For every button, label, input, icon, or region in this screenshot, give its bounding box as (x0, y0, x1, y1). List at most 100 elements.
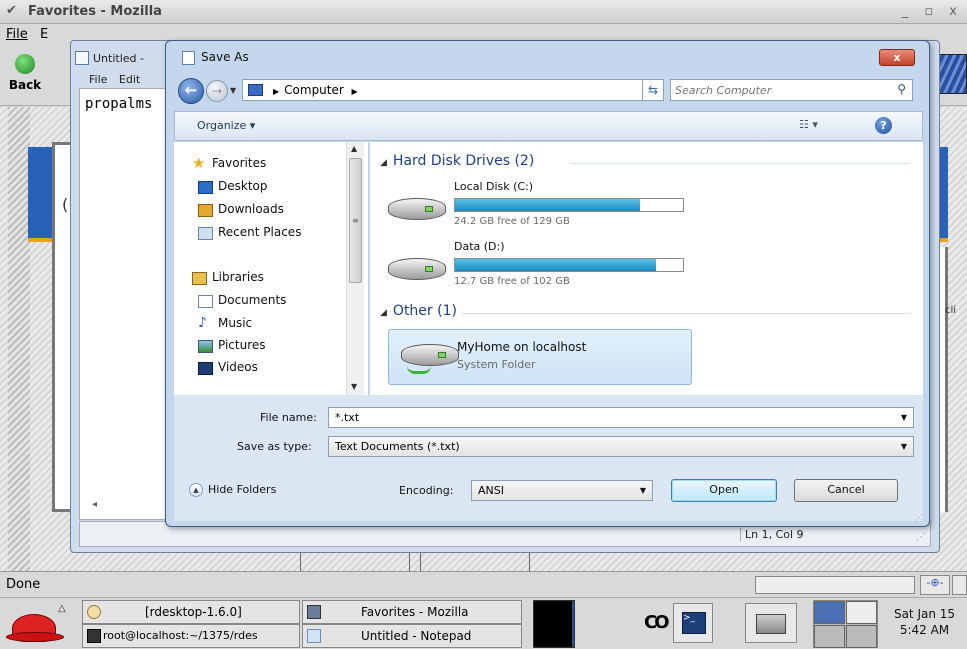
file-name-label: File name: (260, 411, 317, 424)
content-partial-link[interactable]: cli (945, 305, 956, 316)
drive-c[interactable]: Local Disk (C:) 24.2 GB free of 129 GB (388, 180, 708, 230)
menu-file[interactable]: File (6, 27, 28, 42)
chevron-right-icon[interactable]: ▶ (273, 87, 279, 96)
collapse-triangle-icon[interactable]: ◢ (380, 308, 387, 318)
nav-downloads[interactable]: Downloads (198, 202, 284, 217)
chevron-down-icon[interactable]: ▼ (901, 442, 907, 451)
scroll-down-icon[interactable]: ▼ (351, 382, 357, 391)
nav-libraries[interactable]: Libraries (192, 270, 264, 285)
nav-documents[interactable]: Documents (198, 293, 286, 308)
printer-launcher[interactable] (745, 603, 797, 643)
system-monitor-applet[interactable] (533, 600, 575, 648)
search-input[interactable] (675, 82, 875, 98)
menu-triangle-icon: △ (58, 603, 66, 614)
status-mini-icon[interactable] (952, 575, 967, 595)
nav-libraries-label: Libraries (212, 270, 264, 284)
downloads-icon (198, 204, 213, 217)
group-divider (570, 163, 910, 164)
nav-music[interactable]: ♪ Music (198, 315, 253, 331)
address-bar[interactable]: ▶Computer ▶ ▼ (242, 79, 663, 101)
printer-icon (756, 614, 786, 634)
mozilla-window-buttons[interactable]: _ ▫ x (902, 4, 963, 19)
scroll-up-icon[interactable]: ▲ (351, 144, 357, 153)
help-icon[interactable]: ? (875, 117, 892, 134)
redhat-brim (6, 632, 64, 642)
open-button[interactable]: Open (671, 479, 777, 502)
task-terminal[interactable]: root@localhost:~/1375/rdes (82, 624, 300, 648)
network-drive-icon (401, 344, 459, 366)
back-button[interactable]: ← (178, 78, 204, 104)
workspace-2[interactable] (846, 601, 877, 624)
hide-folders-button[interactable]: ▲ Hide Folders (189, 483, 276, 497)
task-rdesktop[interactable]: [rdesktop-1.6.0] (82, 600, 300, 624)
nav-recent-places[interactable]: Recent Places (198, 225, 301, 240)
recent-places-icon (198, 227, 213, 240)
terminal-launcher[interactable]: >_ (673, 603, 713, 643)
nav-favorites[interactable]: ★ Favorites (192, 154, 267, 172)
group-hard-disk-drives[interactable]: ◢ Hard Disk Drives (2) (380, 153, 534, 169)
organize-button[interactable]: Organize ▾ (197, 119, 255, 132)
recent-locations-chevron-icon[interactable]: ▼ (230, 86, 236, 95)
group-other[interactable]: ◢ Other (1) (380, 303, 457, 319)
close-button[interactable]: x (879, 49, 915, 66)
file-name-field[interactable]: *.txt ▼ (328, 407, 914, 428)
group-hard-disk-drives-label: Hard Disk Drives (2) (392, 153, 535, 169)
workspace-3[interactable] (814, 625, 845, 648)
encoding-select[interactable]: ANSI ▼ (471, 480, 653, 501)
network-cable-icon (407, 366, 431, 374)
notepad-menubar: File Edit (89, 73, 148, 86)
nav-pictures[interactable]: Pictures (198, 338, 266, 353)
collapse-triangle-icon[interactable]: ◢ (380, 158, 387, 168)
videos-icon (198, 362, 213, 375)
file-list-pane: ◢ Hard Disk Drives (2) Local Disk (C:) 24… (370, 142, 923, 395)
window-menu-chevron-icon[interactable]: ✔ (6, 3, 17, 18)
cursor-position: Ln 1, Col 9 (740, 528, 804, 541)
search-box[interactable]: ⚲ (670, 79, 913, 101)
group-other-label: Other (1) (392, 303, 457, 319)
notepad-icon (75, 51, 89, 65)
nav-desktop[interactable]: Desktop (198, 179, 268, 194)
save-type-select[interactable]: Text Documents (*.txt) ▼ (328, 436, 914, 457)
nav-music-label: Music (218, 316, 253, 330)
myhome-network-folder[interactable]: MyHome on localhost System Folder (388, 329, 692, 385)
clock-time: 5:42 AM (899, 623, 950, 637)
task-notepad[interactable]: Untitled - Notepad (302, 624, 522, 648)
chevron-down-icon[interactable]: ▼ (901, 413, 907, 422)
refresh-button[interactable]: ⇆ (642, 79, 664, 101)
co-icon[interactable]: CO (644, 612, 669, 633)
drive-c-usage-bar (454, 198, 684, 212)
nav-scrollbar[interactable]: ▲ ≡ ▼ (346, 142, 364, 395)
notepad-text-area[interactable]: propalms ◂ (79, 88, 169, 520)
view-options-icon[interactable]: ☷ ▾ (799, 118, 818, 131)
terminal-icon: >_ (682, 612, 706, 634)
content-bottom-rule (300, 552, 530, 571)
forward-button[interactable]: → (206, 80, 228, 102)
scroll-left-arrow-icon[interactable]: ◂ (92, 499, 97, 510)
resize-grip-icon[interactable]: ⋰ (916, 532, 926, 543)
back-button[interactable]: Back (2, 52, 48, 102)
breadcrumb-computer[interactable]: Computer (284, 83, 344, 97)
library-icon (192, 272, 207, 285)
drive-d[interactable]: Data (D:) 12.7 GB free of 102 GB (388, 240, 708, 290)
chevron-right-icon[interactable]: ▶ (351, 87, 357, 96)
workspace-4[interactable] (846, 625, 877, 648)
file-name-value: *.txt (335, 411, 360, 424)
documents-icon (198, 295, 213, 308)
search-icon[interactable]: ⚲ (897, 82, 906, 96)
cancel-button[interactable]: Cancel (794, 479, 898, 502)
chevron-down-icon[interactable]: ▼ (640, 486, 646, 495)
notepad-menu-file[interactable]: File (89, 73, 107, 86)
task-mozilla[interactable]: Favorites - Mozilla (302, 600, 522, 624)
redhat-menu-button[interactable]: △ (6, 603, 68, 646)
status-progress (755, 576, 915, 594)
connection-icon[interactable]: -⊕- (920, 575, 950, 595)
clock[interactable]: Sat Jan 15 5:42 AM (882, 606, 967, 638)
workspace-pager[interactable] (813, 600, 878, 648)
workspace-1[interactable] (814, 601, 845, 624)
resize-grip-icon[interactable]: ⋰ (915, 513, 923, 522)
nav-favorites-label: Favorites (212, 156, 267, 170)
save-type-value: Text Documents (*.txt) (335, 440, 460, 453)
notepad-menu-edit[interactable]: Edit (119, 73, 140, 86)
nav-videos[interactable]: Videos (198, 360, 258, 375)
menu-edit[interactable]: E (40, 27, 48, 42)
